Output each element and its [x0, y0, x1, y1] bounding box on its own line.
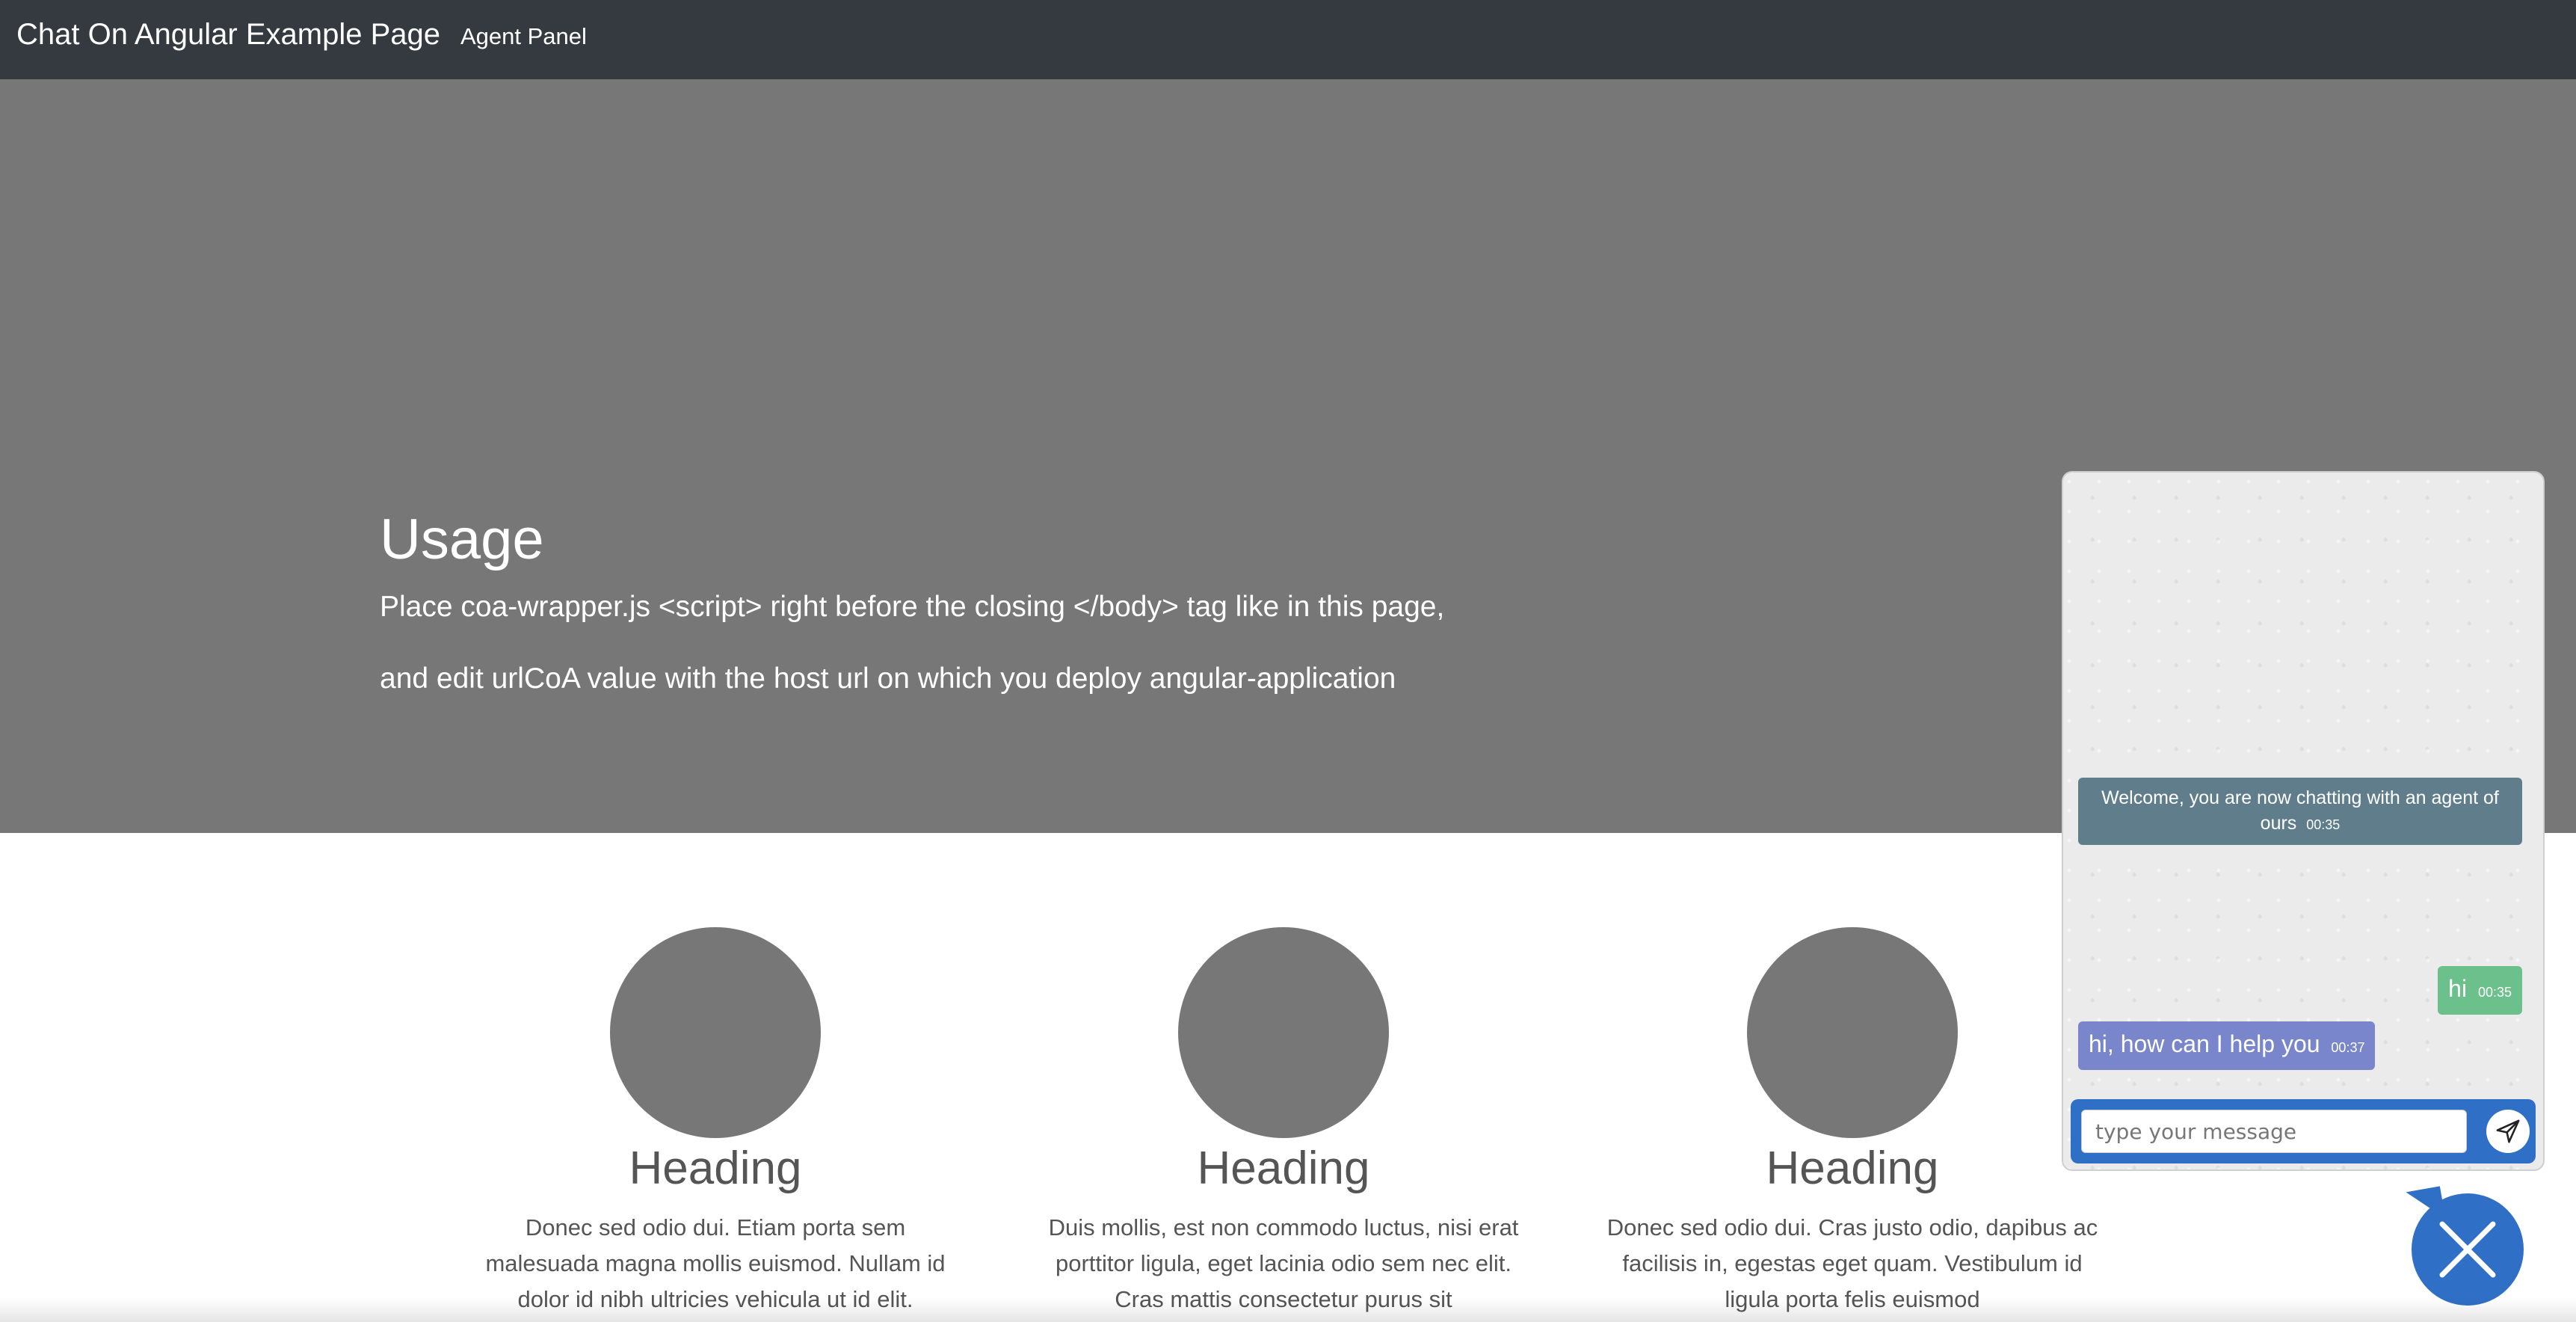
hero-description-line-2: and edit urlCoA value with the host url …: [380, 662, 1396, 695]
chat-input-bar: [2071, 1099, 2536, 1163]
message-time: 00:37: [2331, 1040, 2365, 1055]
column-text: Donec sed odio dui. Cras justo odio, dap…: [1606, 1214, 2098, 1312]
send-button[interactable]: [2486, 1110, 2530, 1153]
column-text: Duis mollis, est non commodo luctus, nis…: [1048, 1214, 1519, 1312]
message-time: 00:35: [2477, 985, 2512, 1000]
agent-panel-link[interactable]: Agent Panel: [460, 23, 587, 50]
column-heading: Heading: [1766, 1143, 1939, 1194]
agent-message: hi, how can I help you 00:37: [2078, 1021, 2376, 1070]
user-message: hi 00:35: [2438, 966, 2522, 1015]
marketing-column-1: Heading Donec sed odio dui. Etiam porta …: [469, 927, 962, 1318]
marketing-column-3: Heading Donec sed odio dui. Cras justo o…: [1606, 927, 2099, 1318]
send-icon: [2496, 1119, 2520, 1143]
hero-description-line-1: Place coa-wrapper.js <script> right befo…: [380, 591, 1445, 623]
placeholder-image: [1178, 927, 1389, 1138]
placeholder-image: [610, 927, 821, 1138]
placeholder-image: [1747, 927, 1958, 1138]
message-time: 00:35: [2306, 817, 2341, 832]
top-navbar: Chat On Angular Example Page Agent Panel: [0, 0, 2576, 79]
column-heading: Heading: [629, 1143, 802, 1194]
marketing-column-2: Heading Duis mollis, est non commodo luc…: [1037, 927, 1530, 1318]
message-text: Welcome, you are now chatting with an ag…: [2101, 787, 2499, 834]
message-input[interactable]: [2081, 1110, 2467, 1153]
chat-toggle: [2406, 1186, 2528, 1309]
column-heading: Heading: [1197, 1143, 1370, 1194]
message-text: hi: [2448, 975, 2468, 1002]
chat-window: Welcome, you are now chatting with an ag…: [2062, 471, 2545, 1171]
brand-link[interactable]: Chat On Angular Example Page: [16, 18, 440, 52]
column-text: Donec sed odio dui. Etiam porta sem male…: [485, 1214, 946, 1312]
close-icon: [2439, 1221, 2496, 1278]
system-message: Welcome, you are now chatting with an ag…: [2078, 778, 2522, 845]
message-text: hi, how can I help you: [2089, 1030, 2320, 1057]
close-chat-button[interactable]: [2412, 1193, 2524, 1306]
hero-title: Usage: [380, 508, 544, 571]
